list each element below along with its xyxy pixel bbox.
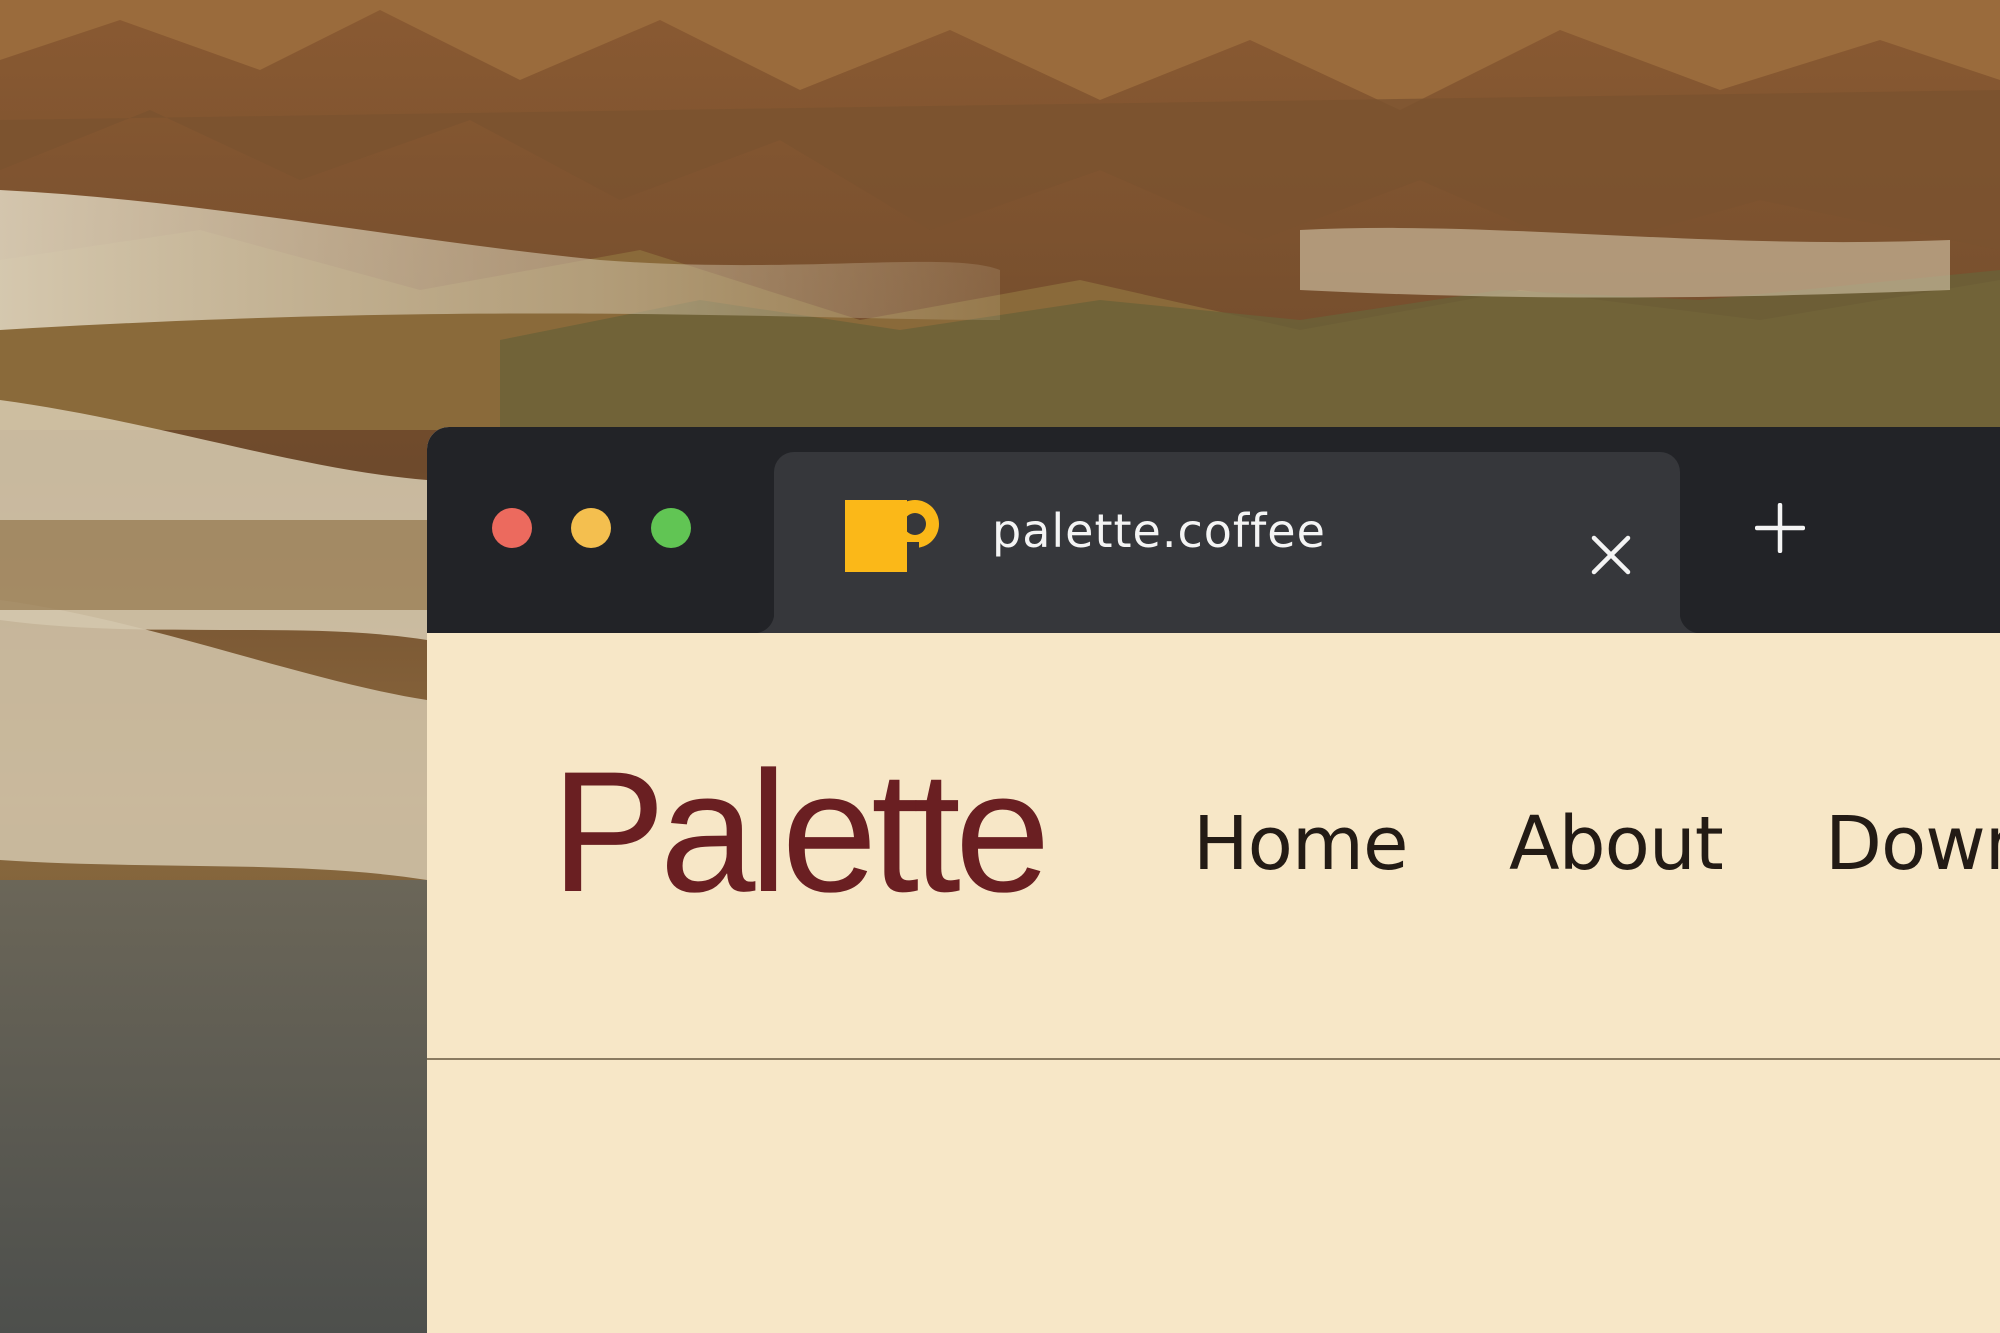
plus-icon[interactable]: [1755, 503, 1805, 553]
tab-title: palette.coffee: [992, 504, 1326, 558]
nav-link-home[interactable]: Home: [1193, 807, 1409, 881]
nav-link-about[interactable]: About: [1509, 807, 1724, 881]
browser-titlebar: palette.coffee: [427, 427, 2000, 633]
nav-link-download[interactable]: Down: [1825, 807, 2000, 881]
browser-window: palette.coffee Palette Home About Down: [427, 427, 2000, 1333]
close-icon[interactable]: [1590, 534, 1632, 576]
close-window-button[interactable]: [492, 508, 532, 548]
site-header: Palette Home About Down: [427, 633, 2000, 1060]
minimize-window-button[interactable]: [571, 508, 611, 548]
site-logo[interactable]: Palette: [551, 746, 1050, 918]
coffee-cup-icon: [845, 500, 939, 572]
zoom-window-button[interactable]: [651, 508, 691, 548]
browser-tab-active[interactable]: palette.coffee: [754, 452, 1700, 633]
